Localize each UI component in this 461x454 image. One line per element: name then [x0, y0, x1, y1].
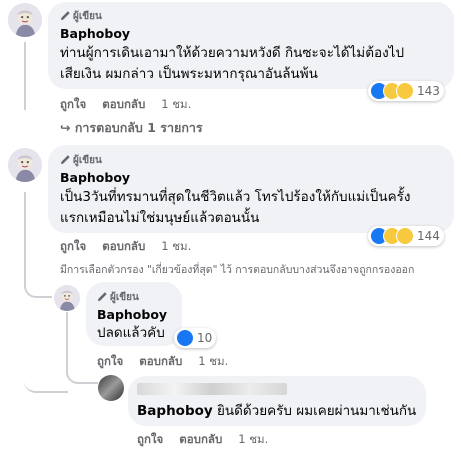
reply-actions: ถูกใจ ตอบกลับ 1 ชม.: [137, 431, 284, 449]
pen-icon: [60, 154, 71, 165]
author-badge: ผู้เขียน: [97, 290, 139, 305]
like-button[interactable]: ถูกใจ: [97, 354, 123, 368]
thread-line: [24, 42, 26, 110]
timestamp[interactable]: 1 ชม.: [238, 432, 268, 446]
comment-author[interactable]: Baphoboy: [60, 170, 130, 185]
comment-text-line: แรกเหมือนไม่ใช่มนุษย์แล้วตอนนั้น: [60, 210, 260, 226]
pen-icon: [97, 291, 108, 302]
care-reaction-icon: [396, 227, 414, 245]
reply-arrow-icon: ↪: [60, 120, 71, 135]
reaction-count: 144: [417, 229, 440, 243]
pen-icon: [60, 10, 71, 21]
avatar[interactable]: [8, 148, 42, 182]
thread-connector: [66, 362, 98, 384]
author-badge: ผู้เขียน: [60, 9, 102, 24]
reaction-summary[interactable]: 143: [368, 81, 444, 101]
reply-button[interactable]: ตอบกลับ: [179, 432, 222, 446]
haha-reaction-icon: [396, 82, 414, 100]
comment-text-line: ท่านผู้การเดินเอามาให้ด้วยความหวังดี กิน…: [60, 45, 405, 61]
thread-line: [66, 312, 68, 364]
reaction-count: 143: [417, 84, 440, 98]
reply-button[interactable]: ตอบกลับ: [102, 97, 145, 111]
comment-text-line: เสียเงิน ผมกล่าว เป็นพระมหากรุณาอันล้นพ้…: [60, 66, 318, 82]
like-button[interactable]: ถูกใจ: [60, 239, 86, 253]
comment-text-line: เป็น3วันที่ทรมานที่สุดในชีวิตแล้ว โทรไปร…: [60, 189, 411, 205]
reply-button[interactable]: ตอบกลับ: [139, 354, 182, 368]
avatar-blurred[interactable]: [98, 375, 124, 401]
reply-actions: ถูกใจ ตอบกลับ 1 ชม.: [97, 353, 244, 371]
thread-connector: [24, 248, 52, 298]
like-button[interactable]: ถูกใจ: [137, 432, 163, 446]
redacted-name: [137, 383, 287, 395]
reaction-summary[interactable]: 10: [174, 328, 217, 348]
author-badge: ผู้เขียน: [60, 153, 102, 168]
thread-line: [24, 192, 26, 248]
thread-connector: [24, 296, 68, 393]
reply-text: Baphoboy ยินดีด้วยครับ ผมเคยผ่านมาเช่นกั…: [137, 403, 417, 419]
view-replies-link[interactable]: ↪ การตอบกลับ 1 รายการ: [60, 118, 203, 138]
comment-actions: ถูกใจ ตอบกลับ 1 ชม.: [60, 96, 207, 114]
reply-author[interactable]: Baphoboy: [97, 307, 167, 322]
comment-actions: ถูกใจ ตอบกลับ 1 ชม.: [60, 238, 207, 256]
like-reaction-icon: [176, 329, 194, 347]
filter-notice: มีการเลือกตัวกรอง "เกี่ยวข้องที่สุด" ไว้…: [60, 264, 415, 276]
avatar[interactable]: [54, 285, 80, 311]
timestamp[interactable]: 1 ชม.: [198, 354, 228, 368]
reaction-summary[interactable]: 144: [368, 226, 444, 246]
reaction-count: 10: [197, 331, 213, 345]
timestamp[interactable]: 1 ชม.: [161, 239, 191, 253]
timestamp[interactable]: 1 ชม.: [161, 97, 191, 111]
reply-text: ปลดแล้วคับ: [97, 325, 165, 341]
mention-link[interactable]: Baphoboy: [137, 403, 213, 419]
reply-button[interactable]: ตอบกลับ: [102, 239, 145, 253]
avatar[interactable]: [8, 3, 42, 37]
like-button[interactable]: ถูกใจ: [60, 97, 86, 111]
comment-author[interactable]: Baphoboy: [60, 26, 130, 41]
